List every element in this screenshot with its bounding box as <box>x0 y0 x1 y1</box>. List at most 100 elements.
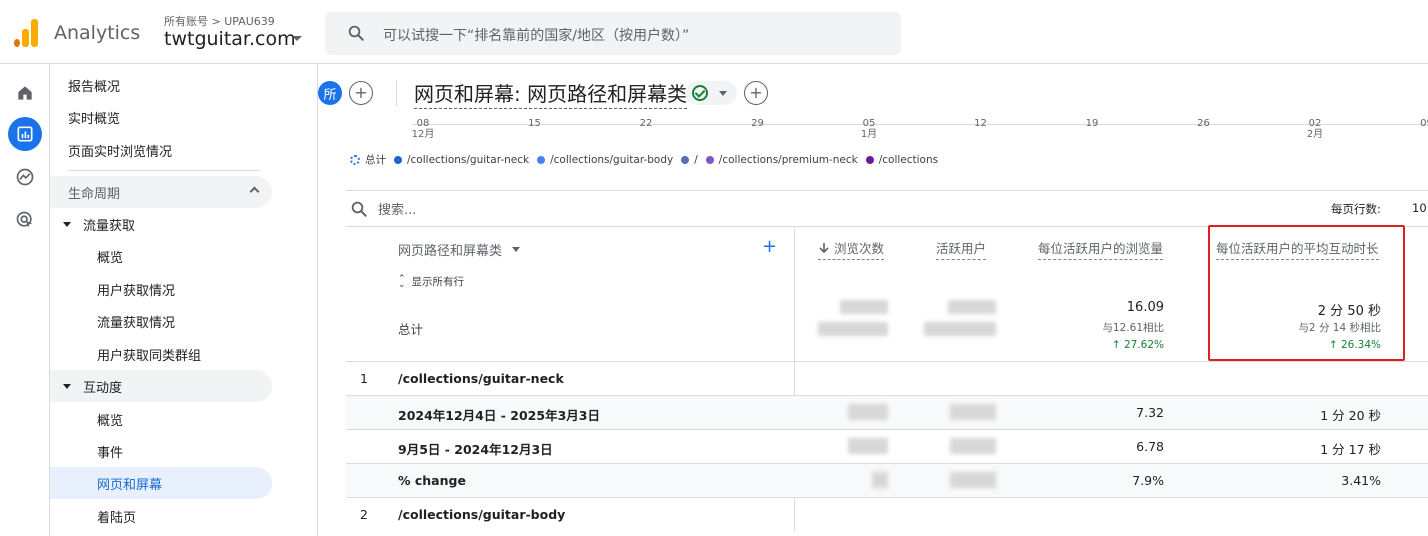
chart-x-tick: 15 <box>523 118 547 129</box>
tick-day: 02 <box>1308 118 1322 129</box>
nav-reports-snapshot[interactable]: 报告概况 <box>50 69 272 101</box>
chart-x-tick: 12 <box>969 118 993 129</box>
redacted-value <box>848 404 888 420</box>
left-rail <box>0 64 50 536</box>
nav-section-lifecycle[interactable]: 生命周期 <box>50 176 272 208</box>
legend-swatch <box>865 155 874 164</box>
metric-header-views-per-user[interactable]: 每位活跃用户的浏览量 <box>1038 238 1164 260</box>
add-dimension-icon[interactable]: + <box>762 236 777 257</box>
check-circle-icon <box>692 85 708 101</box>
table-row[interactable]: 9月5日 - 2024年12月3日 6.78 1 分 17 秒 <box>346 429 1428 463</box>
row-avg-engagement: 1 分 17 秒 <box>1320 442 1381 457</box>
column-divider <box>794 226 795 361</box>
nav-user-acquisition[interactable]: 用户获取情况 <box>50 273 272 305</box>
legend-swatch <box>705 155 714 164</box>
chevron-up-icon <box>249 186 260 197</box>
tick-month: 2月 <box>1306 129 1324 140</box>
legend-swatch <box>537 155 546 164</box>
chart-x-tick: 08 12月 <box>411 118 435 140</box>
tick-day: 26 <box>1197 118 1210 129</box>
chevron-down-icon <box>719 91 727 96</box>
tick-day: 05 <box>862 118 876 129</box>
total-label: 总计 <box>398 322 424 337</box>
chart-x-axis <box>412 124 1428 125</box>
chart-legend: 总计 /collections/guitar-neck /collections… <box>350 152 946 167</box>
table-row[interactable]: 2 /collections/guitar-body <box>346 497 1428 531</box>
redacted-value <box>872 472 888 488</box>
nav-pages-and-screens[interactable]: 网页和屏幕 <box>50 467 272 499</box>
tick-day: 29 <box>751 118 764 129</box>
chevron-down-icon <box>512 247 521 252</box>
nav-landing-page[interactable]: 着陆页 <box>50 500 272 532</box>
chart-x-tick: 05 1月 <box>857 118 881 140</box>
nav-acquisition-cohort[interactable]: 用户获取同类群组 <box>50 338 272 370</box>
chart-x-tick: 22 <box>634 118 658 129</box>
property-selector[interactable]: twtguitar.com <box>164 28 296 50</box>
report-nav: 报告概况 实时概览 页面实时浏览情况 生命周期 流量获取 概览 用户获取情况 流… <box>50 64 318 536</box>
tick-month: 1月 <box>860 129 878 140</box>
row-dimension[interactable]: /collections/guitar-neck <box>398 371 564 386</box>
chevron-down-icon[interactable] <box>292 36 302 41</box>
tick-day: 12 <box>974 118 987 129</box>
tick-day: 09 <box>1420 118 1428 129</box>
row-dimension[interactable]: /collections/guitar-body <box>398 507 565 522</box>
row-dimension: % change <box>398 473 466 488</box>
row-views-per-user: 6.78 <box>1136 439 1164 454</box>
row-dimension: 2024年12月4日 - 2025年3月3日 <box>398 408 600 423</box>
comparison-chip[interactable]: 所 <box>318 81 342 105</box>
account-breadcrumb[interactable]: 所有账号 > UPAU639 <box>164 13 275 29</box>
row-avg-engagement: 3.41% <box>1341 473 1381 488</box>
nav-acquisition[interactable]: 流量获取 <box>50 208 272 240</box>
caret-down-icon <box>63 383 71 389</box>
nav-acquisition-overview[interactable]: 概览 <box>50 240 272 272</box>
analytics-logo-icon[interactable] <box>14 19 38 47</box>
legend-item[interactable]: /collections <box>865 152 938 167</box>
nav-engagement-overview[interactable]: 概览 <box>50 403 272 435</box>
legend-item[interactable]: /collections/guitar-neck <box>394 152 529 167</box>
global-search-input[interactable]: 可以试搜一下“排名靠前的国家/地区（按用户数）” <box>325 12 901 55</box>
metric-header-active-users[interactable]: 活跃用户 <box>936 238 987 260</box>
table-row[interactable]: % change 7.9% 3.41% <box>346 463 1428 497</box>
tick-day: 22 <box>639 118 653 129</box>
legend-item[interactable]: 总计 <box>350 152 386 167</box>
redacted-value <box>848 438 888 454</box>
row-avg-engagement: 1 分 20 秒 <box>1320 408 1381 423</box>
add-comparison-icon[interactable]: + <box>349 81 373 105</box>
legend-item[interactable]: /collections/premium-neck <box>705 152 858 167</box>
rows-per-page-select[interactable]: 10 <box>1412 201 1427 215</box>
nav-realtime-overview[interactable]: 实时概览 <box>50 101 272 133</box>
metric-header-views[interactable]: 浏览次数 <box>818 238 885 260</box>
advertising-icon[interactable] <box>8 203 42 237</box>
redacted-value <box>948 300 996 314</box>
add-filter-icon[interactable]: + <box>744 81 768 105</box>
nav-realtime-pages[interactable]: 页面实时浏览情况 <box>50 134 272 166</box>
tick-day: 15 <box>528 118 541 129</box>
top-header: Analytics 所有账号 > UPAU639 twtguitar.com 可… <box>0 0 1428 64</box>
table-row[interactable]: 2024年12月4日 - 2025年3月3日 7.32 1 分 20 秒 <box>346 395 1428 429</box>
legend-swatch <box>394 155 402 164</box>
sort-down-icon <box>819 242 829 253</box>
legend-item[interactable]: /collections/guitar-body <box>537 152 673 167</box>
page-title[interactable]: 网页和屏幕: 网页路径和屏幕类 <box>414 78 688 109</box>
chart-x-tick: 29 <box>746 118 770 129</box>
table-row[interactable]: 1 /collections/guitar-neck <box>346 361 1428 395</box>
column-divider <box>794 498 795 531</box>
legend-swatch <box>350 154 360 165</box>
redacted-value <box>950 472 996 488</box>
show-all-rows-toggle[interactable]: ⌃ ⌄ 显示所有行 <box>398 274 464 289</box>
column-divider <box>794 362 795 395</box>
table-search-input[interactable]: 搜索... <box>350 199 416 218</box>
reports-icon[interactable] <box>8 117 42 151</box>
search-placeholder: 可以试搜一下“排名靠前的国家/地区（按用户数）” <box>383 28 690 44</box>
legend-item[interactable]: / <box>681 152 698 167</box>
nav-events[interactable]: 事件 <box>50 435 272 467</box>
redacted-value <box>924 322 996 336</box>
dimension-header[interactable]: 网页路径和屏幕类 <box>398 240 521 259</box>
nav-engagement[interactable]: 互动度 <box>50 370 272 402</box>
home-icon[interactable] <box>8 76 42 110</box>
chart-x-tick: 02 2月 <box>1303 118 1327 140</box>
explore-icon[interactable] <box>8 160 42 194</box>
report-status-button[interactable] <box>685 81 737 105</box>
nav-traffic-acquisition[interactable]: 流量获取情况 <box>50 305 272 337</box>
redacted-value <box>818 322 888 336</box>
